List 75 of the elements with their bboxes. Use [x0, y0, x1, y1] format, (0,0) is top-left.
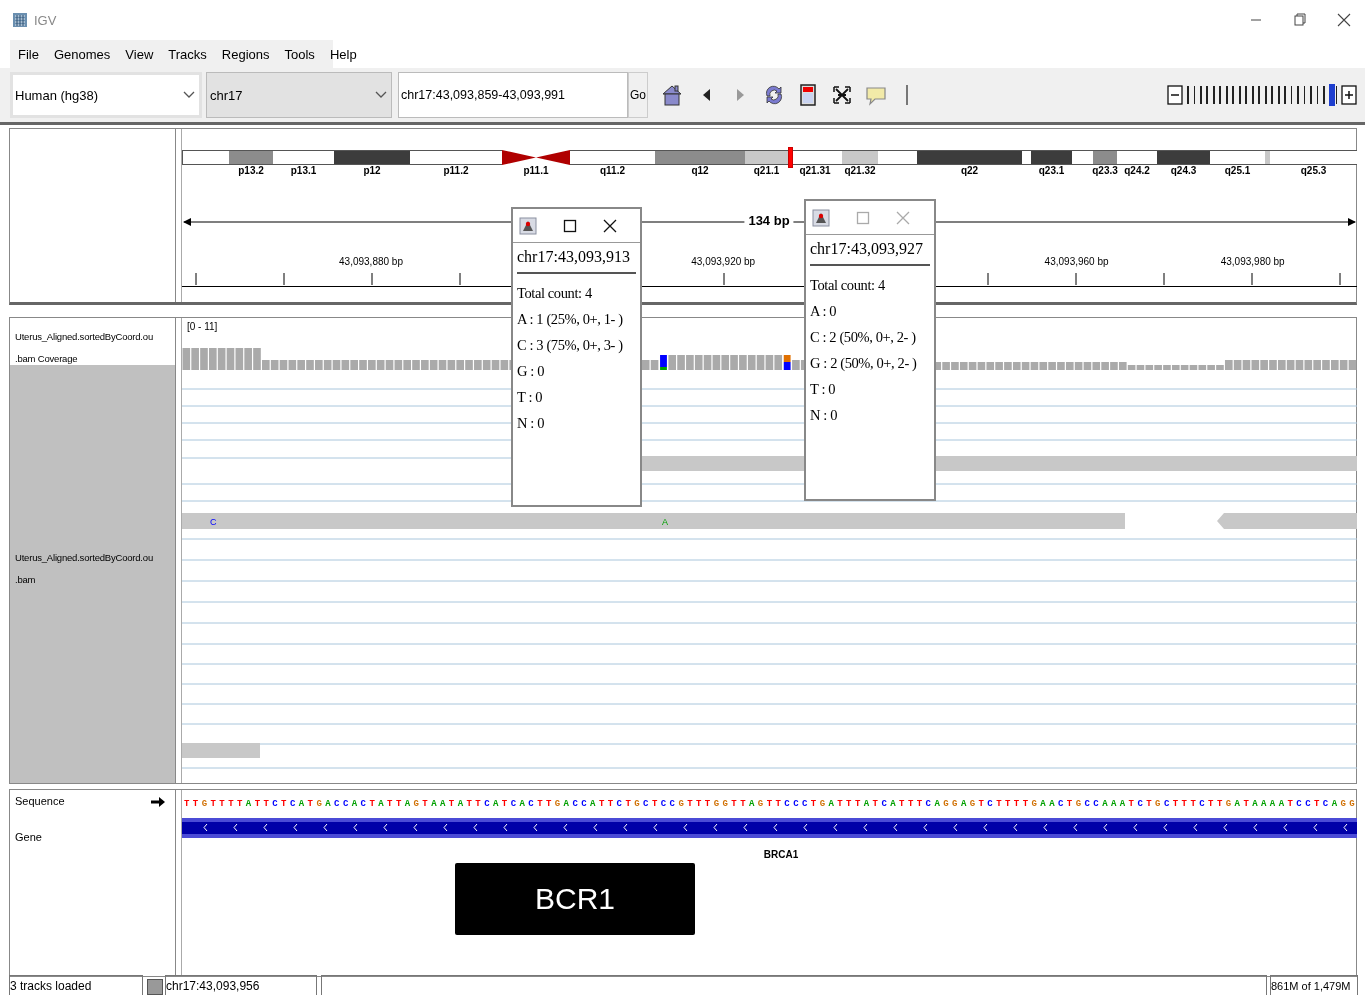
- track-name[interactable]: Uterus_Aligned.sortedByCoord.ou: [15, 547, 175, 569]
- ruler-tick-label: 43,093,960 bp: [1044, 256, 1109, 267]
- popup-line: Total count: 4: [517, 284, 592, 303]
- menu-item[interactable]: View: [117, 46, 161, 62]
- band-label: q22: [960, 165, 979, 176]
- zoom-in-icon[interactable]: [1341, 85, 1357, 105]
- chevron-icon[interactable]: [375, 91, 387, 99]
- ruler-tick-label: 43,093,920 bp: [691, 256, 756, 267]
- popup-line: G : 2 (50%, 0+, 2- ): [810, 354, 917, 373]
- band-label: q21.1: [753, 165, 780, 176]
- menu-item[interactable]: File: [10, 46, 46, 62]
- popup-line: C : 2 (50%, 0+, 2- ): [810, 328, 916, 347]
- go-button[interactable]: Go: [628, 72, 648, 118]
- status-text: 861M of 1,479M: [1270, 975, 1358, 995]
- band-label: q23.3: [1092, 165, 1118, 176]
- band-label: p13.2: [238, 165, 264, 176]
- popup-line: Total count: 4: [810, 276, 885, 295]
- genome-dropdown[interactable]: Human (hg38): [10, 72, 202, 118]
- track-name[interactable]: .bam: [15, 569, 175, 591]
- app-icon: [812, 208, 830, 227]
- home-icon[interactable]: [660, 82, 684, 108]
- app-icon: [12, 12, 28, 28]
- menu-item[interactable]: Regions: [213, 46, 277, 62]
- data-range-label: [0 - 11]: [187, 321, 218, 332]
- track-name[interactable]: Gene: [15, 831, 42, 843]
- menu-item[interactable]: Tools: [276, 46, 322, 62]
- track-name[interactable]: Uterus_Aligned.sortedByCoord.ou: [15, 326, 175, 348]
- status-text: 3 tracks loaded: [9, 975, 143, 995]
- menu-item[interactable]: Tracks: [160, 46, 214, 62]
- ruler-tick-label: 43,093,980 bp: [1220, 256, 1285, 267]
- band-label: q21.31: [799, 165, 831, 176]
- mismatch-base: A: [662, 517, 668, 527]
- popup-line: T : 0: [810, 380, 836, 399]
- zoom-out-icon[interactable]: [1167, 85, 1183, 105]
- popup-line: N : 0: [517, 414, 544, 433]
- popup-line: N : 0: [810, 406, 837, 425]
- band-label: q12: [691, 165, 709, 176]
- chevron-icon[interactable]: [183, 91, 195, 99]
- popup-line: A : 1 (25%, 0+, 1- ): [517, 310, 623, 329]
- maximize-icon[interactable]: [563, 218, 577, 233]
- status-indicator: [147, 979, 163, 995]
- band-label: p12: [363, 165, 381, 176]
- window-title: IGV: [34, 12, 57, 28]
- band-label: q11.2: [600, 165, 625, 176]
- band-label: q25.3: [1300, 165, 1327, 176]
- band-label: q21.32: [844, 165, 876, 176]
- band-label: p13.1: [290, 165, 317, 176]
- band-label: q24.3: [1170, 165, 1197, 176]
- locus-field[interactable]: chr17:43,093,859-43,093,991: [398, 72, 628, 118]
- ruler-tick-label: 43,093,880 bp: [339, 256, 403, 267]
- band-label: q23.1: [1038, 165, 1065, 176]
- app-icon: [519, 216, 537, 235]
- annotation-label: BCR1: [455, 863, 695, 935]
- menu-item[interactable]: Genomes: [45, 46, 118, 62]
- chromosome-dropdown[interactable]: chr17: [206, 72, 392, 118]
- close-icon[interactable]: [603, 218, 617, 233]
- slider-thumb[interactable]: [1328, 84, 1335, 106]
- band-label: p11.2: [443, 165, 469, 176]
- popup-line: C : 3 (75%, 0+, 3- ): [517, 336, 623, 355]
- band-label: q24.2: [1124, 165, 1150, 176]
- popup-line: G : 0: [517, 362, 544, 381]
- span-label: 134 bp: [744, 213, 794, 228]
- band-label: q25.1: [1224, 165, 1251, 176]
- strand-arrow-icon[interactable]: [150, 796, 166, 808]
- popup-location: chr17:43,093,927: [810, 240, 930, 266]
- track-name[interactable]: Sequence: [15, 795, 65, 807]
- popup-line: T : 0: [517, 388, 543, 407]
- band-label: p11.1: [523, 165, 549, 176]
- menu-item[interactable]: Help: [321, 46, 364, 62]
- mismatch-base: C: [210, 517, 217, 527]
- status-text: chr17:43,093,956: [165, 975, 317, 995]
- gene-label: BRCA1: [763, 849, 799, 860]
- popup-location: chr17:43,093,913: [517, 248, 636, 274]
- popup-line: A : 0: [810, 302, 837, 321]
- track-name[interactable]: .bam Coverage: [15, 348, 175, 365]
